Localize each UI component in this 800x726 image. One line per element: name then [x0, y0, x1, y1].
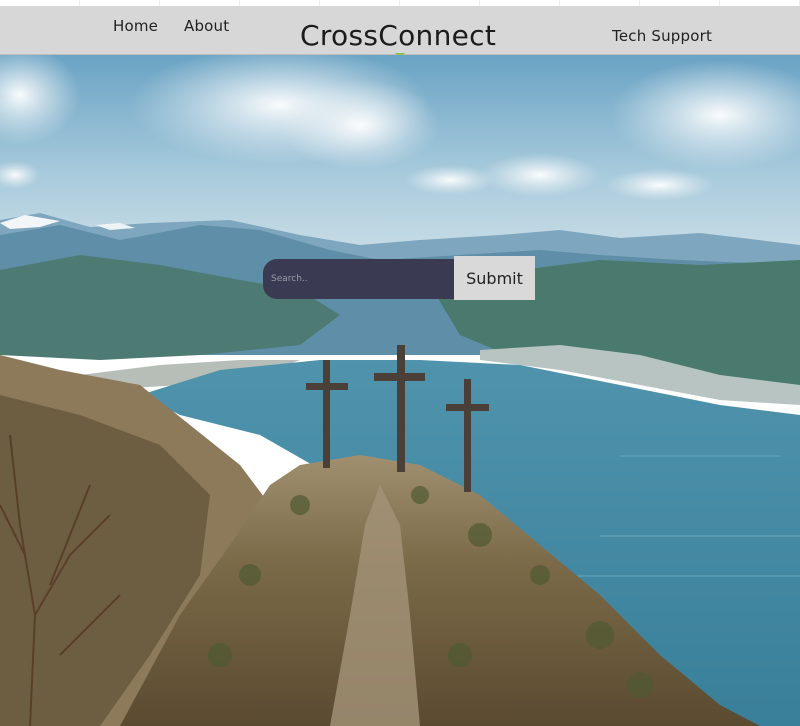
nav-tech-support-link[interactable]: Tech Support	[612, 27, 712, 45]
hero-background-image	[0, 55, 800, 726]
landscape-image	[0, 55, 800, 726]
nav-about-link[interactable]: About	[184, 17, 229, 35]
nav-home-link[interactable]: Home	[113, 17, 158, 35]
page: Home About CrossConnect Tech Support Sea…	[0, 0, 800, 726]
navbar: Home About CrossConnect Tech Support	[0, 6, 800, 58]
submit-button[interactable]: Submit	[454, 256, 535, 300]
search-bar: Submit	[263, 256, 535, 300]
brand-logo-text[interactable]: CrossConnect	[300, 20, 496, 52]
search-input[interactable]	[263, 259, 454, 299]
